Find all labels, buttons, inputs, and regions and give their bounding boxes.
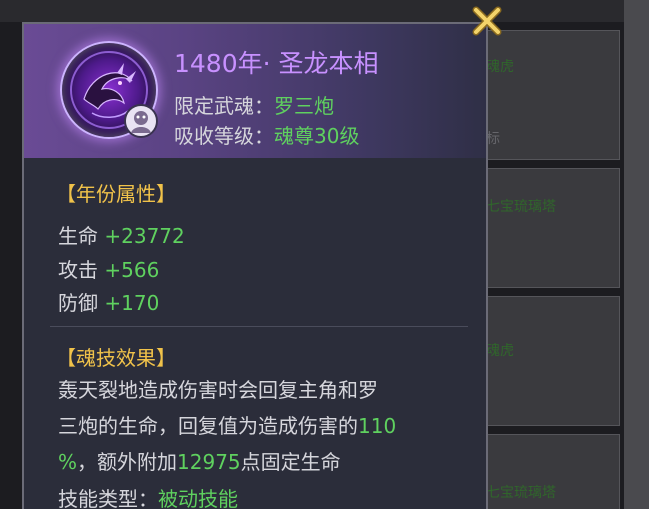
popup-title: 1480年· 圣龙本相 bbox=[174, 49, 379, 78]
stat-row-attack: 攻击 +566 bbox=[58, 254, 159, 283]
stat-name: 攻击 bbox=[58, 258, 98, 282]
skill-effect-value: % bbox=[58, 450, 78, 474]
background-panel bbox=[470, 296, 620, 426]
background-item-text: 魂虎 bbox=[486, 343, 514, 359]
background-panel bbox=[470, 168, 620, 288]
absorb-level-value: 魂尊30级 bbox=[274, 124, 360, 148]
popup-header: 1480年· 圣龙本相 限定武魂：罗三炮 吸收等级：魂尊30级 bbox=[24, 24, 486, 158]
absorb-level-label: 吸收等级： bbox=[174, 124, 274, 148]
background-item-text: 七宝琉璃塔 bbox=[486, 485, 556, 501]
section-divider bbox=[50, 326, 468, 327]
avatar-badge-icon bbox=[124, 104, 158, 138]
skill-effect-line-3: %，额外附加12975点固定生命 bbox=[58, 446, 341, 475]
spirit-label: 限定武魂： bbox=[174, 94, 274, 118]
close-x-icon[interactable] bbox=[470, 4, 504, 38]
skill-type-row: 技能类型：被动技能 bbox=[58, 483, 238, 509]
background-item-text: 标 bbox=[486, 131, 500, 147]
spirit-row: 限定武魂：罗三炮 bbox=[174, 90, 334, 119]
absorb-level-row: 吸收等级：魂尊30级 bbox=[174, 120, 359, 149]
year-attributes-title: 【年份属性】 bbox=[56, 182, 176, 206]
skill-effect-value: 12975 bbox=[177, 450, 241, 474]
stat-row-hp: 生命 +23772 bbox=[58, 220, 185, 249]
soul-bone-detail-popup: 1480年· 圣龙本相 限定武魂：罗三炮 吸收等级：魂尊30级 【年份属性】 生… bbox=[22, 22, 488, 509]
skill-effect-value: 110 bbox=[358, 414, 397, 438]
background-top-bar bbox=[0, 0, 649, 22]
skill-effect-text: ，额外附加 bbox=[77, 450, 178, 474]
skill-effect-line-1: 轰天裂地造成伤害时会回复主角和罗 bbox=[58, 378, 378, 402]
background-scrollbar bbox=[624, 0, 649, 509]
skill-effect-text: 三炮的生命，回复值为造成伤害的 bbox=[58, 414, 358, 438]
stat-name: 防御 bbox=[58, 291, 98, 315]
stat-value: +23772 bbox=[104, 224, 185, 248]
stat-value: +170 bbox=[104, 291, 160, 315]
stat-name: 生命 bbox=[58, 224, 98, 248]
skill-type-value: 被动技能 bbox=[158, 487, 238, 509]
skill-effect-line-2: 三炮的生命，回复值为造成伤害的110 bbox=[58, 410, 396, 439]
skill-effect-text: 点固定生命 bbox=[240, 450, 341, 474]
background-item-text: 魂虎 bbox=[486, 59, 514, 75]
skill-type-label: 技能类型： bbox=[58, 487, 158, 509]
skill-effect-title: 【魂技效果】 bbox=[56, 346, 176, 370]
spirit-value: 罗三炮 bbox=[274, 94, 334, 118]
stat-row-defense: 防御 +170 bbox=[58, 287, 159, 316]
background-item-text: 七宝琉璃塔 bbox=[486, 199, 556, 215]
stat-value: +566 bbox=[104, 258, 160, 282]
